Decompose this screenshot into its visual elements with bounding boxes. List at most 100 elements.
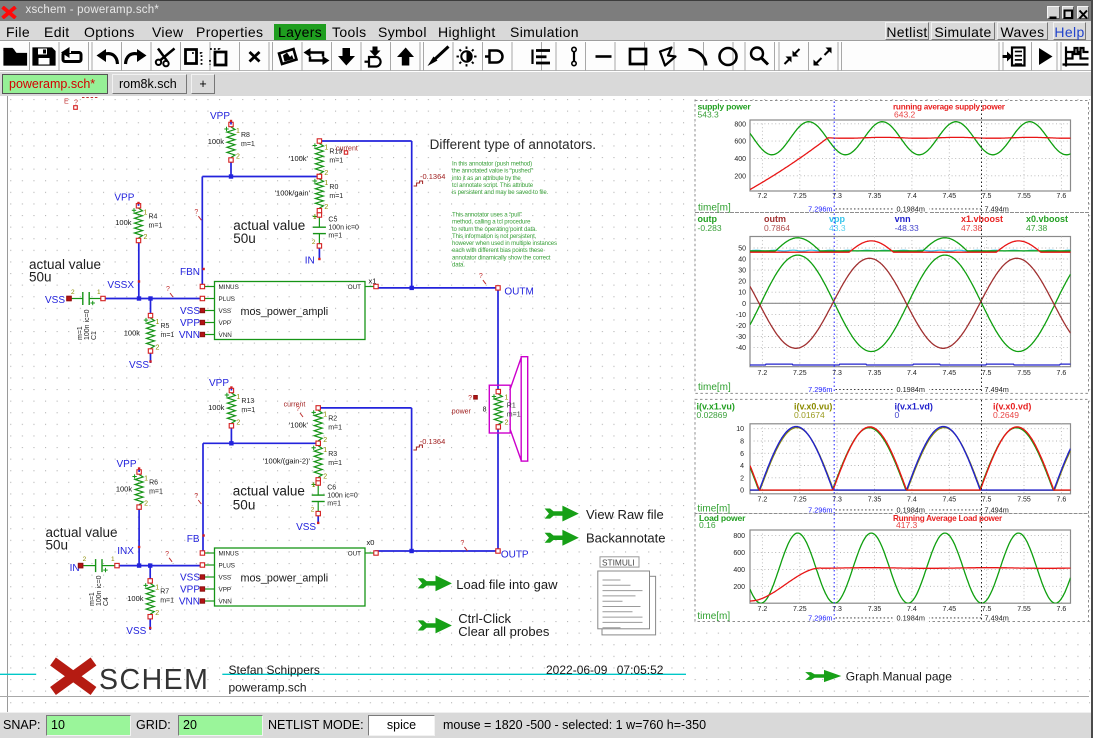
- svg-text:400: 400: [734, 156, 746, 163]
- svg-text:0: 0: [895, 410, 900, 420]
- svg-text:1: 1: [323, 447, 327, 454]
- svg-text:7.2: 7.2: [758, 606, 768, 613]
- svg-text:m=1: m=1: [328, 233, 342, 240]
- svg-text:100k: 100k: [116, 485, 133, 494]
- svg-text:'100k/(gain-2)': '100k/(gain-2)': [263, 457, 311, 466]
- svg-text:x0: x0: [367, 538, 375, 547]
- svg-text:47.38: 47.38: [961, 223, 983, 233]
- svg-text:C4: C4: [103, 597, 110, 606]
- svg-text:2: 2: [323, 473, 327, 480]
- svg-text:6: 6: [740, 451, 744, 458]
- svg-text:R2: R2: [328, 415, 337, 422]
- svg-text:however when used in multiple: however when used in multiple instances: [452, 240, 557, 247]
- svg-text:?: ?: [460, 540, 464, 547]
- svg-text:VPP: VPP: [114, 193, 134, 204]
- svg-text:0.01674: 0.01674: [794, 410, 825, 420]
- svg-text:8: 8: [483, 407, 487, 414]
- svg-text:data.: data.: [452, 262, 465, 269]
- svg-text:VPP: VPP: [180, 585, 200, 596]
- svg-text:7.494m: 7.494m: [985, 614, 1009, 623]
- svg-text:m=1: m=1: [160, 597, 174, 604]
- svg-text:MINUS: MINUS: [219, 284, 239, 291]
- svg-text:This information is not persis: This information is not persistent,: [452, 233, 537, 240]
- svg-text:7.2: 7.2: [758, 497, 768, 504]
- svg-text:2: 2: [324, 204, 328, 211]
- svg-text:1: 1: [324, 145, 328, 152]
- svg-text:OUTM: OUTM: [504, 287, 533, 298]
- svg-text:?: ?: [194, 493, 198, 500]
- svg-text:FBN: FBN: [180, 267, 200, 278]
- svg-text:0.16: 0.16: [699, 520, 716, 530]
- svg-text:i(v.x1.vd): i(v.x1.vd): [895, 402, 933, 412]
- svg-text:power: power: [452, 409, 472, 416]
- svg-text:543.3: 543.3: [698, 110, 720, 120]
- svg-text:7.45: 7.45: [942, 193, 956, 200]
- svg-text:m=1: m=1: [241, 141, 255, 148]
- svg-text:2: 2: [505, 420, 509, 427]
- svg-text:7.6: 7.6: [1057, 370, 1067, 377]
- svg-text:2: 2: [312, 239, 316, 246]
- svg-text:VSS: VSS: [219, 308, 232, 315]
- svg-text:current: current: [284, 402, 306, 409]
- svg-text:50u: 50u: [29, 270, 52, 285]
- svg-text:40: 40: [738, 257, 746, 264]
- svg-text:7.35: 7.35: [868, 606, 882, 613]
- svg-text:100n ic=0: 100n ic=0: [96, 575, 103, 606]
- svg-text:MINUS: MINUS: [219, 550, 239, 557]
- svg-text:417.3: 417.3: [896, 520, 918, 530]
- svg-text:OUTP: OUTP: [501, 550, 529, 561]
- svg-text:7.6: 7.6: [1057, 606, 1067, 613]
- svg-text:2: 2: [83, 556, 87, 563]
- svg-text:-30: -30: [736, 334, 746, 341]
- svg-text:PLUS: PLUS: [219, 296, 235, 303]
- svg-text:?: ?: [166, 286, 170, 293]
- svg-text:Load file into gaw: Load file into gaw: [456, 577, 558, 592]
- svg-text:actual value: actual value: [233, 484, 305, 499]
- svg-text:2022-06-09 07:05:52: 2022-06-09 07:05:52: [546, 663, 664, 677]
- svg-text:2: 2: [144, 501, 148, 508]
- svg-text:VSS: VSS: [180, 573, 200, 584]
- svg-text:R3: R3: [328, 451, 337, 458]
- svg-text:7.3: 7.3: [832, 370, 842, 377]
- svg-text:into it as an attribute by the: into it as an attribute by the: [452, 175, 521, 182]
- svg-text:is persistent and may be saved: is persistent and may be saved to file.: [452, 189, 549, 196]
- svg-text:PLUS: PLUS: [219, 562, 235, 569]
- svg-text:R6: R6: [149, 480, 158, 487]
- svg-text:1: 1: [144, 209, 148, 216]
- svg-text:Different type of annotators.: Different type of annotators.: [430, 137, 596, 152]
- svg-text:OUT: OUT: [348, 284, 361, 291]
- svg-text:800: 800: [733, 533, 745, 540]
- svg-text:each with different bias point: each with different bias points these: [452, 247, 544, 254]
- svg-text:7.35: 7.35: [868, 370, 882, 377]
- svg-text:R4: R4: [149, 213, 158, 220]
- svg-text:2: 2: [311, 507, 315, 514]
- svg-text:m=1: m=1: [161, 332, 175, 339]
- svg-text:?: ?: [165, 551, 169, 558]
- svg-text:R7: R7: [160, 588, 169, 595]
- svg-text:?: ?: [468, 395, 472, 402]
- svg-text:1: 1: [324, 180, 328, 187]
- svg-text:x1: x1: [369, 277, 377, 286]
- svg-text:7.25: 7.25: [793, 606, 807, 613]
- svg-text:2: 2: [71, 289, 75, 296]
- svg-text:2: 2: [236, 419, 240, 426]
- svg-text:-0.1364: -0.1364: [420, 172, 445, 181]
- svg-text:7.4: 7.4: [907, 370, 917, 377]
- svg-text:50u: 50u: [46, 538, 69, 553]
- svg-text:VNN: VNN: [179, 597, 200, 608]
- svg-text:100k: 100k: [208, 403, 225, 412]
- svg-text:mos_power_ampli: mos_power_ampli: [241, 306, 329, 318]
- svg-text:7.2: 7.2: [758, 193, 768, 200]
- svg-text:'100k': '100k': [289, 421, 309, 430]
- svg-text:1: 1: [505, 395, 509, 402]
- svg-text:VPP: VPP: [180, 318, 200, 329]
- svg-text:1: 1: [111, 556, 115, 563]
- svg-text:200: 200: [734, 173, 746, 180]
- svg-text:200: 200: [733, 584, 745, 591]
- svg-text:1: 1: [156, 319, 160, 326]
- svg-text:0.2649: 0.2649: [993, 410, 1019, 420]
- svg-text:method, calling a tcl procedur: method, calling a tcl procedure: [452, 219, 531, 226]
- svg-text:m=1: m=1: [77, 326, 84, 340]
- svg-text:50: 50: [738, 246, 746, 253]
- svg-text:-0.283: -0.283: [698, 223, 722, 233]
